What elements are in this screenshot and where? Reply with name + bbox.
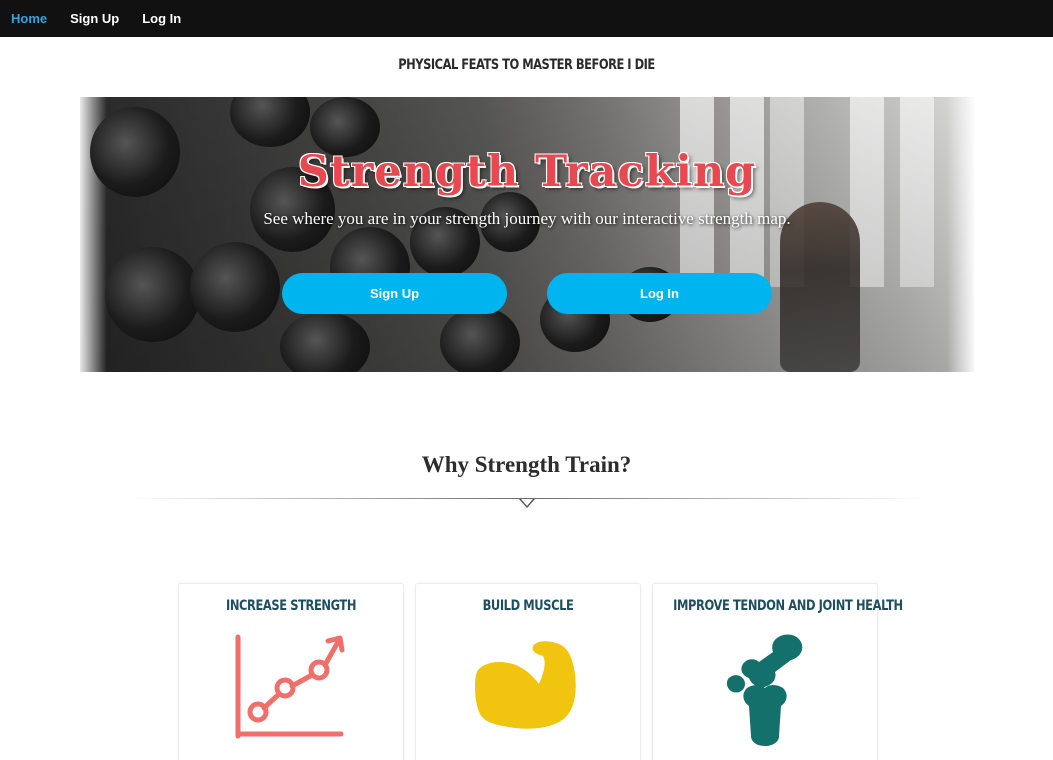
site-tagline: PHYSICAL FEATS TO MASTER BEFORE I DIE — [398, 57, 655, 73]
card-title: IMPROVE TENDON AND JOINT HEALTH — [673, 598, 903, 614]
hero-bg-dumbbell — [190, 242, 280, 332]
nav-login-link[interactable]: Log In — [142, 11, 181, 26]
hero-bg-dumbbell — [280, 312, 370, 372]
hero-subtitle: See where you are in your strength journ… — [263, 209, 791, 228]
top-navbar: Home Sign Up Log In — [0, 0, 1053, 37]
card-title: INCREASE STRENGTH — [225, 598, 357, 614]
why-heading: Why Strength Train? — [421, 452, 632, 477]
hero-bg-dumbbell — [105, 247, 200, 342]
nav-signup-link[interactable]: Sign Up — [70, 11, 119, 26]
nav-home-link[interactable]: Home — [11, 11, 47, 26]
hero-bg-dumbbell — [230, 97, 310, 147]
benefit-card-strength: INCREASE STRENGTH — [178, 583, 404, 760]
hero-title: Strength Tracking — [297, 147, 757, 197]
divider-arrow-inner — [521, 499, 533, 506]
benefit-card-muscle: BUILD MUSCLE — [415, 583, 641, 760]
knee-joint-icon — [726, 634, 803, 746]
hero-signup-button[interactable]: Sign Up — [282, 273, 507, 314]
flexed-arm-icon — [475, 641, 576, 729]
hero-login-button[interactable]: Log In — [547, 273, 772, 314]
card-title: BUILD MUSCLE — [482, 598, 574, 614]
line-graph-icon — [235, 634, 345, 739]
hero-bg-dumbbell — [440, 307, 520, 372]
hero-banner: Strength Tracking See where you are in y… — [80, 97, 974, 372]
benefit-card-joint: IMPROVE TENDON AND JOINT HEALTH — [652, 583, 903, 760]
